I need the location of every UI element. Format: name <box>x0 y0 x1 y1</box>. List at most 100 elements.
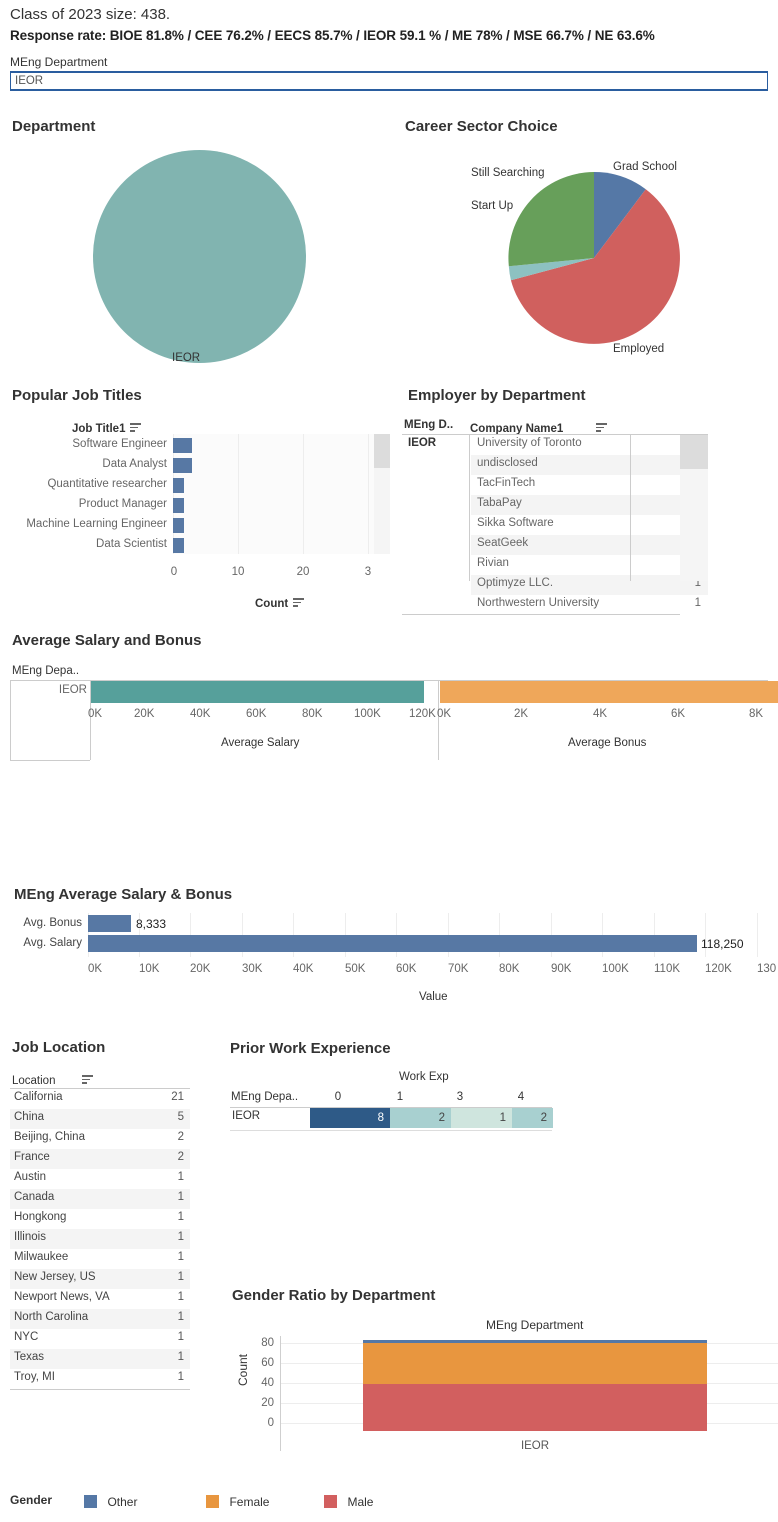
gender-legend-title: Gender <box>10 1493 53 1507</box>
list-item[interactable]: New Jersey, US 1 <box>10 1269 190 1289</box>
job-titles-xtick-1: 10 <box>231 566 245 578</box>
job-title-bar-2[interactable] <box>173 478 184 493</box>
list-item[interactable]: California 21 <box>10 1089 190 1109</box>
job-titles-scrollbar-thumb[interactable] <box>374 434 390 468</box>
avg-salary-bar[interactable] <box>91 681 424 703</box>
job-location-count: 5 <box>177 1111 184 1123</box>
job-title-label-4: Machine Learning Engineer <box>26 518 167 530</box>
job-title-label-1: Data Analyst <box>102 458 167 470</box>
list-item[interactable]: Austin 1 <box>10 1169 190 1189</box>
job-title-label-2: Quantitative researcher <box>47 478 167 490</box>
gender-bar-male[interactable] <box>363 1384 707 1431</box>
table-row[interactable]: undisclosed 1 <box>471 455 708 475</box>
gender-ytick-40: 40 <box>261 1377 274 1389</box>
gender-bar-female[interactable] <box>363 1343 707 1384</box>
job-title-bar-3[interactable] <box>173 498 184 513</box>
job-title-bar-1[interactable] <box>173 458 192 473</box>
list-item[interactable]: Milwaukee 1 <box>10 1249 190 1269</box>
list-item[interactable]: Illinois 1 <box>10 1229 190 1249</box>
gender-legend-item-other[interactable]: Other <box>84 1493 137 1511</box>
job-location-count: 1 <box>177 1171 184 1183</box>
job-title-column-header[interactable]: Job Title1 <box>72 419 141 437</box>
job-location-count: 1 <box>177 1311 184 1323</box>
gender-legend-label-female: Female <box>229 1495 270 1509</box>
employer-rows: University of Toronto 1 undisclosed 1 Ta… <box>471 435 708 615</box>
employer-company: Northwestern University <box>477 597 600 609</box>
table-row[interactable]: TabaPay 1 <box>471 495 708 515</box>
list-item[interactable]: France 2 <box>10 1149 190 1169</box>
avg-bonus-bar[interactable] <box>440 681 778 703</box>
gender-ytick-0: 0 <box>267 1417 274 1429</box>
job-titles-xtick-3: 3 <box>364 566 372 578</box>
pie-label-grad-school: Grad School <box>613 161 677 173</box>
employer-company: Rivian <box>477 557 509 569</box>
job-location-name: California <box>14 1091 63 1103</box>
table-row[interactable]: TacFinTech 1 <box>471 475 708 495</box>
list-item[interactable]: Canada 1 <box>10 1189 190 1209</box>
table-row[interactable]: Northwestern University 1 <box>471 595 708 615</box>
sort-icon[interactable] <box>595 423 607 432</box>
list-item[interactable]: Beijing, China 2 <box>10 1129 190 1149</box>
job-location-panel-title: Job Location <box>12 1039 106 1056</box>
job-title-bar-4[interactable] <box>173 518 184 533</box>
gender-legend-label-male: Male <box>347 1495 374 1509</box>
gender-ratio-y-axis <box>280 1336 281 1451</box>
table-row[interactable]: Sikka Software 1 <box>471 515 708 535</box>
meng-avg-bonus-value: 8,333 <box>136 917 167 931</box>
employer-panel-title: Employer by Department <box>408 387 586 404</box>
list-item[interactable]: Hongkong 1 <box>10 1209 190 1229</box>
table-row[interactable]: Optimyze LLC. 1 <box>471 575 708 595</box>
gender-ytick-80: 80 <box>261 1337 274 1349</box>
list-item[interactable]: Newport News, VA 1 <box>10 1289 190 1309</box>
table-row[interactable]: SeatGeek 1 <box>471 535 708 555</box>
work-exp-panel-title: Prior Work Experience <box>230 1040 391 1057</box>
list-item[interactable]: China 5 <box>10 1109 190 1129</box>
job-location-count: 1 <box>177 1231 184 1243</box>
legend-swatch-other-icon <box>84 1495 97 1509</box>
job-titles-axis-title[interactable]: Count <box>255 594 304 612</box>
gender-legend-label-other: Other <box>107 1495 138 1509</box>
job-location-count: 1 <box>177 1211 184 1223</box>
work-exp-cell-2[interactable]: 1 <box>451 1108 512 1128</box>
sort-icon[interactable] <box>129 423 141 432</box>
gender-ratio-subtitle: MEng Department <box>486 1318 584 1332</box>
job-title-bar-0[interactable] <box>173 438 192 453</box>
avg-salary-bonus-panel-title: Average Salary and Bonus <box>12 632 202 649</box>
table-row[interactable]: Rivian 1 <box>471 555 708 575</box>
work-exp-cell-1[interactable]: 2 <box>390 1108 451 1128</box>
meng-department-filter-label: MEng Department <box>10 55 108 69</box>
list-item[interactable]: NYC 1 <box>10 1329 190 1349</box>
list-item[interactable]: Texas 1 <box>10 1349 190 1369</box>
meng-avg-bonus-bar[interactable] <box>88 915 131 932</box>
department-pie-chart[interactable] <box>93 150 306 363</box>
employer-dept-column-header: MEng D.. <box>404 419 454 431</box>
job-titles-xtick-2: 20 <box>296 566 310 578</box>
job-titles-plot-background <box>173 434 390 554</box>
employer-count: 1 <box>694 597 701 609</box>
job-title-bar-5[interactable] <box>173 538 184 553</box>
meng-avg-salary-bar[interactable] <box>88 935 697 952</box>
work-exp-row-value: IEOR <box>232 1110 261 1122</box>
gender-legend-item-female[interactable]: Female <box>206 1493 269 1511</box>
job-location-column-header[interactable]: Location <box>12 1071 93 1089</box>
job-location-name: NYC <box>14 1331 39 1343</box>
employer-table-divider <box>630 435 631 581</box>
job-location-name: France <box>14 1151 50 1163</box>
pie-slice-still-searching[interactable] <box>508 172 594 267</box>
sort-icon[interactable] <box>292 598 304 607</box>
avg-bonus-xtick-3: 6K <box>671 708 686 720</box>
sort-icon[interactable] <box>81 1075 93 1084</box>
job-location-name: North Carolina <box>14 1311 89 1323</box>
list-item[interactable]: North Carolina 1 <box>10 1309 190 1329</box>
job-titles-axis-title-label: Count <box>255 598 289 610</box>
career-sector-pie-chart[interactable] <box>508 171 680 344</box>
job-location-count: 21 <box>171 1091 184 1103</box>
meng-department-filter-input[interactable]: IEOR <box>10 71 768 91</box>
gender-legend-item-male[interactable]: Male <box>324 1493 373 1511</box>
employer-scrollbar-thumb[interactable] <box>680 435 708 469</box>
table-row[interactable]: University of Toronto 1 <box>471 435 708 455</box>
work-exp-cell-0[interactable]: 8 <box>310 1108 390 1128</box>
list-item[interactable]: Troy, MI 1 <box>10 1369 190 1389</box>
job-location-count: 1 <box>177 1331 184 1343</box>
work-exp-cell-3[interactable]: 2 <box>512 1108 553 1128</box>
